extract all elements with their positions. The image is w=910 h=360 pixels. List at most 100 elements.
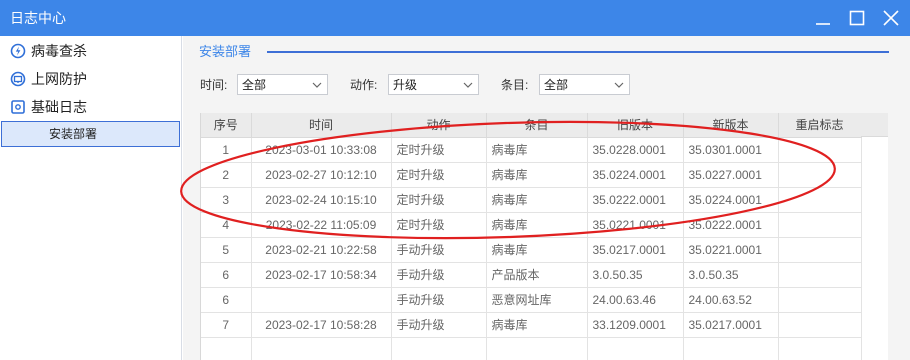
cell-old-version: 24.00.63.46 — [587, 287, 684, 313]
minimize-icon[interactable] — [811, 6, 835, 30]
action-filter-value: 升级 — [393, 78, 418, 92]
column-header-time[interactable]: 时间 — [251, 113, 392, 138]
cell-new-version: 35.0217.0001 — [683, 312, 779, 338]
cell-seq: 5 — [201, 237, 252, 263]
cell-seq: 7 — [201, 312, 252, 338]
table-row[interactable]: 4 2023-02-22 11:05:09 定时升级 病毒库 35.0221.0… — [201, 212, 862, 238]
column-header-seq[interactable]: 序号 — [201, 113, 252, 138]
cell-restart-flag — [778, 237, 862, 263]
log-table: 序号 时间 动作 条目 旧版本 新版本 重启标志 1 2023-03-01 10… — [200, 113, 888, 360]
table-row[interactable]: 7 2023-02-17 10:58:28 手动升级 病毒库 33.1209.0… — [201, 312, 862, 338]
cell-item: 病毒库 — [486, 212, 588, 238]
cell-restart-flag — [778, 137, 862, 163]
cell-new-version: 35.0224.0001 — [683, 187, 779, 213]
cell-time: 2023-02-17 10:58:28 — [251, 312, 392, 338]
cell-restart-flag — [778, 312, 862, 338]
cell-item: 病毒库 — [486, 187, 588, 213]
time-filter-label: 时间: — [200, 78, 228, 92]
cell-new-version: 24.00.63.52 — [683, 287, 779, 313]
cell-action: 定时升级 — [391, 137, 487, 163]
table-row[interactable]: 5 2023-02-21 10:22:58 手动升级 病毒库 35.0217.0… — [201, 237, 862, 263]
table-row[interactable]: 2 2023-02-27 10:12:10 定时升级 病毒库 35.0224.0… — [201, 162, 862, 188]
cell-seq: 3 — [201, 187, 252, 213]
cell-restart-flag — [778, 212, 862, 238]
cell-item: 病毒库 — [486, 237, 588, 263]
cell-old-version: 35.0217.0001 — [587, 237, 684, 263]
cell-new-version — [683, 337, 779, 360]
cell-seq: 4 — [201, 212, 252, 238]
cell-time — [251, 287, 392, 313]
cell-restart-flag — [778, 337, 862, 360]
sidebar-item-virus-scan[interactable]: 病毒查杀 — [0, 38, 182, 64]
section-title: 安装部署 — [199, 44, 252, 59]
action-filter-select[interactable]: 升级 — [388, 74, 479, 95]
cell-action: 定时升级 — [391, 187, 487, 213]
column-header-item[interactable]: 条目 — [486, 113, 588, 138]
virus-scan-icon — [10, 43, 26, 59]
maximize-icon[interactable] — [845, 6, 869, 30]
cell-time — [251, 337, 392, 360]
cell-old-version — [587, 337, 684, 360]
table-row[interactable]: 6 2023-02-17 10:58:34 手动升级 产品版本 3.0.50.3… — [201, 262, 862, 288]
cell-action: 手动升级 — [391, 312, 487, 338]
window-title: 日志中心 — [10, 10, 66, 26]
table-row[interactable]: 1 2023-03-01 10:33:08 定时升级 病毒库 35.0228.0… — [201, 137, 862, 163]
chevron-down-icon — [614, 80, 624, 90]
cell-old-version: 35.0224.0001 — [587, 162, 684, 188]
sidebar-item-web-protection[interactable]: 上网防护 — [0, 66, 182, 92]
cell-time: 2023-03-01 10:33:08 — [251, 137, 392, 163]
sidebar: 病毒查杀 上网防护 基础日志 安装部署 — [0, 36, 182, 360]
cell-seq: 2 — [201, 162, 252, 188]
cell-item: 恶意网址库 — [486, 287, 588, 313]
cell-item — [486, 337, 588, 360]
cell-time: 2023-02-27 10:12:10 — [251, 162, 392, 188]
cell-restart-flag — [778, 162, 862, 188]
title-bar: 日志中心 — [0, 0, 910, 36]
chevron-down-icon — [312, 80, 322, 90]
cell-old-version: 35.0228.0001 — [587, 137, 684, 163]
action-filter-label: 动作: — [350, 78, 378, 92]
cell-item: 产品版本 — [486, 262, 588, 288]
cell-seq: 6 — [201, 262, 252, 288]
column-header-action[interactable]: 动作 — [391, 113, 487, 138]
sidebar-item-install-deploy[interactable]: 安装部署 — [1, 121, 180, 147]
main-panel: 安装部署 时间: 全部 动作: 升级 条目: 全部 序号 时间 动作 条目 旧版… — [183, 36, 910, 360]
cell-new-version: 35.0222.0001 — [683, 212, 779, 238]
cell-item: 病毒库 — [486, 162, 588, 188]
cell-action: 手动升级 — [391, 262, 487, 288]
cell-seq: 6 — [201, 287, 252, 313]
cell-old-version: 35.0221.0001 — [587, 212, 684, 238]
cell-restart-flag — [778, 287, 862, 313]
table-row[interactable]: 6 手动升级 恶意网址库 24.00.63.46 24.00.63.52 — [201, 287, 862, 313]
close-icon[interactable] — [879, 6, 903, 30]
cell-new-version: 35.0227.0001 — [683, 162, 779, 188]
column-header-new-version[interactable]: 新版本 — [683, 113, 779, 138]
cell-seq — [201, 337, 252, 360]
item-filter-value: 全部 — [544, 78, 569, 92]
cell-time: 2023-02-17 10:58:34 — [251, 262, 392, 288]
table-row[interactable]: 3 2023-02-24 10:15:10 定时升级 病毒库 35.0222.0… — [201, 187, 862, 213]
sidebar-item-label: 基础日志 — [31, 99, 87, 115]
cell-new-version: 3.0.50.35 — [683, 262, 779, 288]
time-filter-value: 全部 — [242, 78, 267, 92]
cell-action: 手动升级 — [391, 237, 487, 263]
cell-action: 定时升级 — [391, 162, 487, 188]
sidebar-item-basic-log[interactable]: 基础日志 — [0, 94, 182, 120]
cell-restart-flag — [778, 262, 862, 288]
cell-restart-flag — [778, 187, 862, 213]
item-filter-select[interactable]: 全部 — [539, 74, 630, 95]
log-icon — [10, 99, 26, 115]
column-header-restart-flag[interactable]: 重启标志 — [778, 113, 862, 138]
column-header-old-version[interactable]: 旧版本 — [587, 113, 684, 138]
item-filter-label: 条目: — [501, 78, 529, 92]
cell-action: 定时升级 — [391, 212, 487, 238]
cell-time: 2023-02-24 10:15:10 — [251, 187, 392, 213]
cell-new-version: 35.0221.0001 — [683, 237, 779, 263]
cell-time: 2023-02-21 10:22:58 — [251, 237, 392, 263]
time-filter-select[interactable]: 全部 — [237, 74, 328, 95]
table-row[interactable] — [201, 337, 862, 360]
sidebar-item-label: 病毒查杀 — [31, 43, 87, 59]
cell-new-version: 35.0301.0001 — [683, 137, 779, 163]
table-header-row: 序号 时间 动作 条目 旧版本 新版本 重启标志 — [201, 113, 862, 138]
chevron-down-icon — [463, 80, 473, 90]
